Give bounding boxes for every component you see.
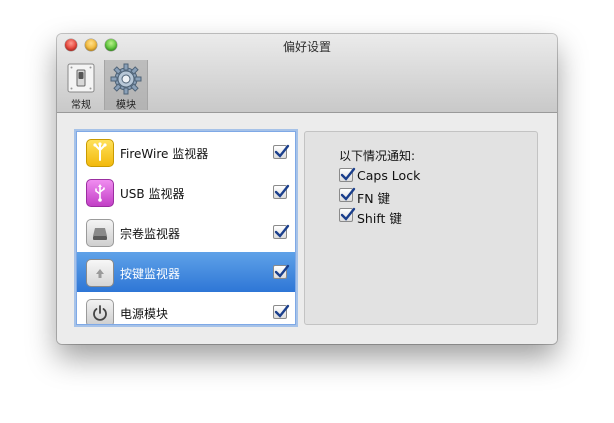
module-label: 宗卷监视器 xyxy=(120,227,181,241)
module-label: 电源模块 xyxy=(120,307,169,321)
module-label: USB 监视器 xyxy=(120,187,185,201)
module-list[interactable]: FireWire 监视器 USB 监视器 宗卷监视器 按键监视器 电源模块 xyxy=(76,131,296,325)
option-label: Shift 键 xyxy=(357,211,402,226)
module-checkbox[interactable] xyxy=(273,184,290,199)
toolbar-item-modules[interactable]: 模块 xyxy=(104,60,148,111)
toolbar-label-general: 常规 xyxy=(71,100,91,111)
preferences-window: 偏好设置 常规 模块 FireWire 监视器 USB 监视器 宗卷监视器 按键… xyxy=(57,34,557,344)
module-checkbox[interactable] xyxy=(273,264,290,279)
shift-key-checkbox[interactable] xyxy=(339,207,356,222)
volume-drive-icon xyxy=(86,219,114,247)
module-checkbox[interactable] xyxy=(273,224,290,239)
firewire-icon xyxy=(86,139,114,167)
caps-lock-checkbox[interactable] xyxy=(339,167,356,182)
power-icon xyxy=(86,299,114,324)
switch-icon xyxy=(65,62,97,98)
option-label: Caps Lock xyxy=(357,168,421,183)
gear-icon xyxy=(109,62,143,100)
module-label: FireWire 监视器 xyxy=(120,147,209,161)
module-checkbox[interactable] xyxy=(273,144,290,159)
list-item[interactable]: USB 监视器 xyxy=(77,172,295,212)
content-area: FireWire 监视器 USB 监视器 宗卷监视器 按键监视器 电源模块 以下… xyxy=(57,113,557,344)
list-item[interactable]: 电源模块 xyxy=(77,292,295,324)
title-bar: 偏好设置 常规 模块 xyxy=(57,34,557,113)
list-item[interactable]: 按键监视器 xyxy=(77,252,295,292)
list-item[interactable]: FireWire 监视器 xyxy=(77,132,295,172)
notification-heading: 以下情况通知: xyxy=(339,149,416,163)
keyboard-key-icon xyxy=(86,259,114,287)
notification-settings-panel: 以下情况通知: Caps Lock FN 键 Shift 键 xyxy=(304,131,538,325)
toolbar-item-general[interactable]: 常规 xyxy=(63,60,99,111)
fn-key-checkbox[interactable] xyxy=(339,187,356,202)
usb-icon xyxy=(86,179,114,207)
list-item[interactable]: 宗卷监视器 xyxy=(77,212,295,252)
module-label: 按键监视器 xyxy=(120,267,181,281)
option-label: FN 键 xyxy=(357,191,391,206)
toolbar-label-modules: 模块 xyxy=(116,100,136,111)
module-checkbox[interactable] xyxy=(273,304,290,319)
window-title: 偏好设置 xyxy=(282,40,331,54)
